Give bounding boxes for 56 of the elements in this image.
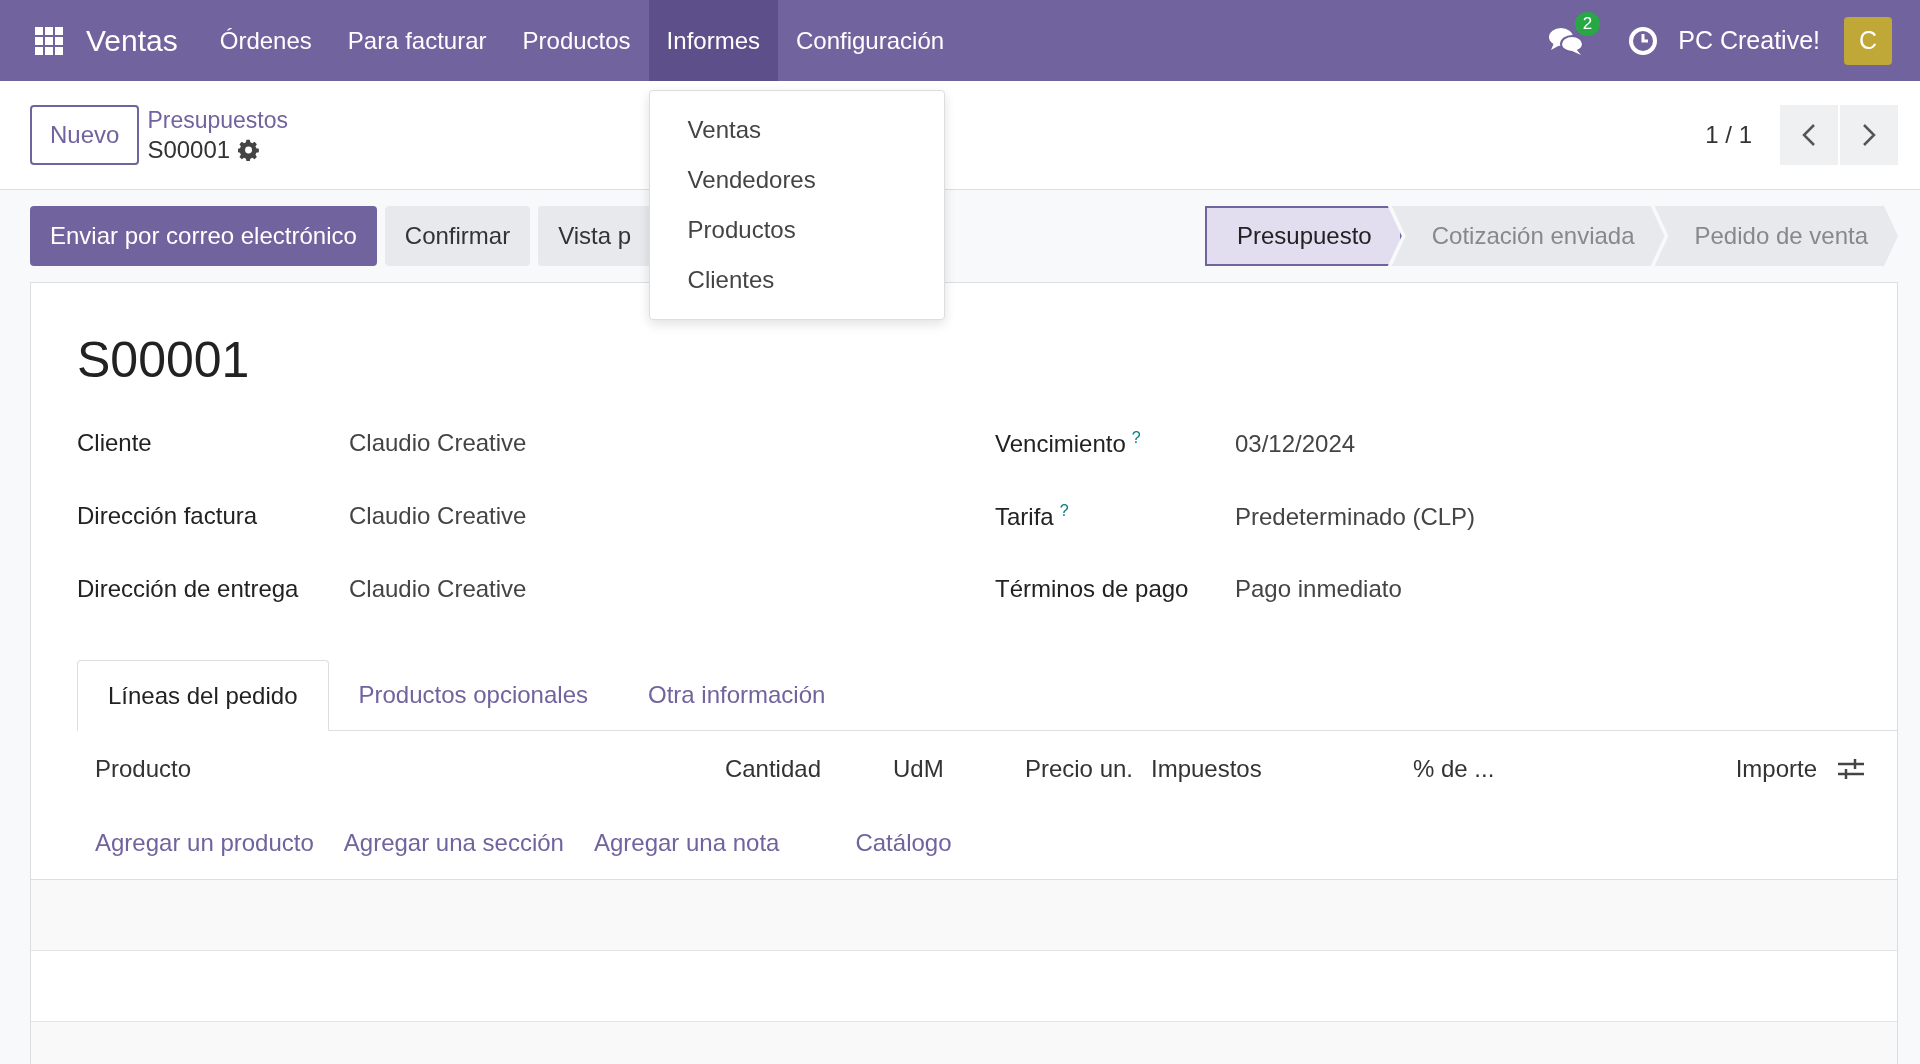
- add-line-link[interactable]: Agregar un producto: [95, 829, 314, 857]
- chat-bubbles-icon[interactable]: [1548, 25, 1585, 56]
- column-header[interactable]: Producto: [95, 755, 645, 783]
- send-email-button[interactable]: Enviar por correo electrónico: [30, 206, 377, 266]
- menu-item[interactable]: Órdenes: [201, 0, 330, 81]
- tab[interactable]: Otra información: [618, 660, 856, 730]
- field-value[interactable]: Claudio Creative: [349, 429, 527, 457]
- dropdown-item[interactable]: Vendedores: [649, 155, 944, 205]
- field-value[interactable]: Predeterminado (CLP): [1235, 503, 1476, 531]
- record-title: S00001: [77, 331, 251, 389]
- record-name: S00001: [147, 135, 231, 164]
- dropdown-item[interactable]: Clientes: [649, 255, 944, 305]
- menu-item[interactable]: Configuración: [778, 0, 963, 81]
- add-line-link[interactable]: Agregar una sección: [343, 829, 564, 857]
- chevron-left-icon: [1802, 123, 1816, 147]
- help-tooltip-mark[interactable]: ?: [1059, 502, 1069, 519]
- column-header[interactable]: Importe: [1533, 755, 1817, 783]
- tab[interactable]: Productos opcionales: [328, 660, 618, 730]
- dropdown-item[interactable]: Productos: [649, 205, 944, 255]
- new-button[interactable]: Nuevo: [30, 105, 140, 165]
- action-button[interactable]: Vista p: [538, 206, 652, 266]
- apps-grid-icon[interactable]: [34, 25, 64, 56]
- column-header[interactable]: Impuestos: [1133, 755, 1413, 783]
- column-header[interactable]: % de ...: [1413, 755, 1533, 783]
- field-label: Dirección de entrega: [77, 575, 300, 603]
- gear-icon[interactable]: [238, 138, 261, 161]
- status-stage[interactable]: Presupuesto: [1204, 206, 1402, 266]
- field-label: Tarifa: [995, 503, 1054, 530]
- breadcrumb-link[interactable]: Presupuestos: [147, 106, 288, 134]
- app-name[interactable]: Ventas: [86, 23, 178, 58]
- field-value[interactable]: Claudio Creative: [349, 502, 527, 530]
- menu-item[interactable]: Productos: [504, 0, 649, 81]
- message-count-badge: 2: [1574, 11, 1601, 36]
- dropdown-item[interactable]: Ventas: [649, 105, 944, 155]
- add-line-link[interactable]: Catálogo: [855, 829, 952, 857]
- field-value[interactable]: 03/12/2024: [1235, 430, 1356, 458]
- field-value[interactable]: Pago inmediato: [1235, 575, 1402, 603]
- column-header[interactable]: Cantidad: [645, 755, 821, 783]
- help-tooltip-mark[interactable]: ?: [1131, 429, 1141, 446]
- chevron-right-icon: [1862, 123, 1876, 147]
- field-label: Vencimiento: [995, 430, 1126, 457]
- column-header[interactable]: Precio un.: [1001, 755, 1133, 783]
- field-value[interactable]: Claudio Creative: [349, 575, 527, 603]
- field-label: Dirección factura: [77, 502, 259, 530]
- field-label: Términos de pago: [995, 575, 1189, 602]
- action-button[interactable]: Confirmar: [384, 206, 531, 266]
- add-line-link[interactable]: Agregar una nota: [593, 829, 780, 857]
- menu-item[interactable]: Informes: [648, 0, 778, 81]
- field-label: Cliente: [77, 429, 153, 457]
- user-name[interactable]: PC Creative!: [1678, 26, 1820, 55]
- clock-icon[interactable]: [1628, 25, 1659, 56]
- pager-counter: 1 / 1: [1705, 121, 1752, 149]
- column-header[interactable]: UdM: [821, 755, 1001, 783]
- tab[interactable]: Líneas del pedido: [77, 660, 329, 731]
- menu-item[interactable]: Para facturar: [329, 0, 505, 81]
- column-settings-icon[interactable]: [1837, 757, 1865, 781]
